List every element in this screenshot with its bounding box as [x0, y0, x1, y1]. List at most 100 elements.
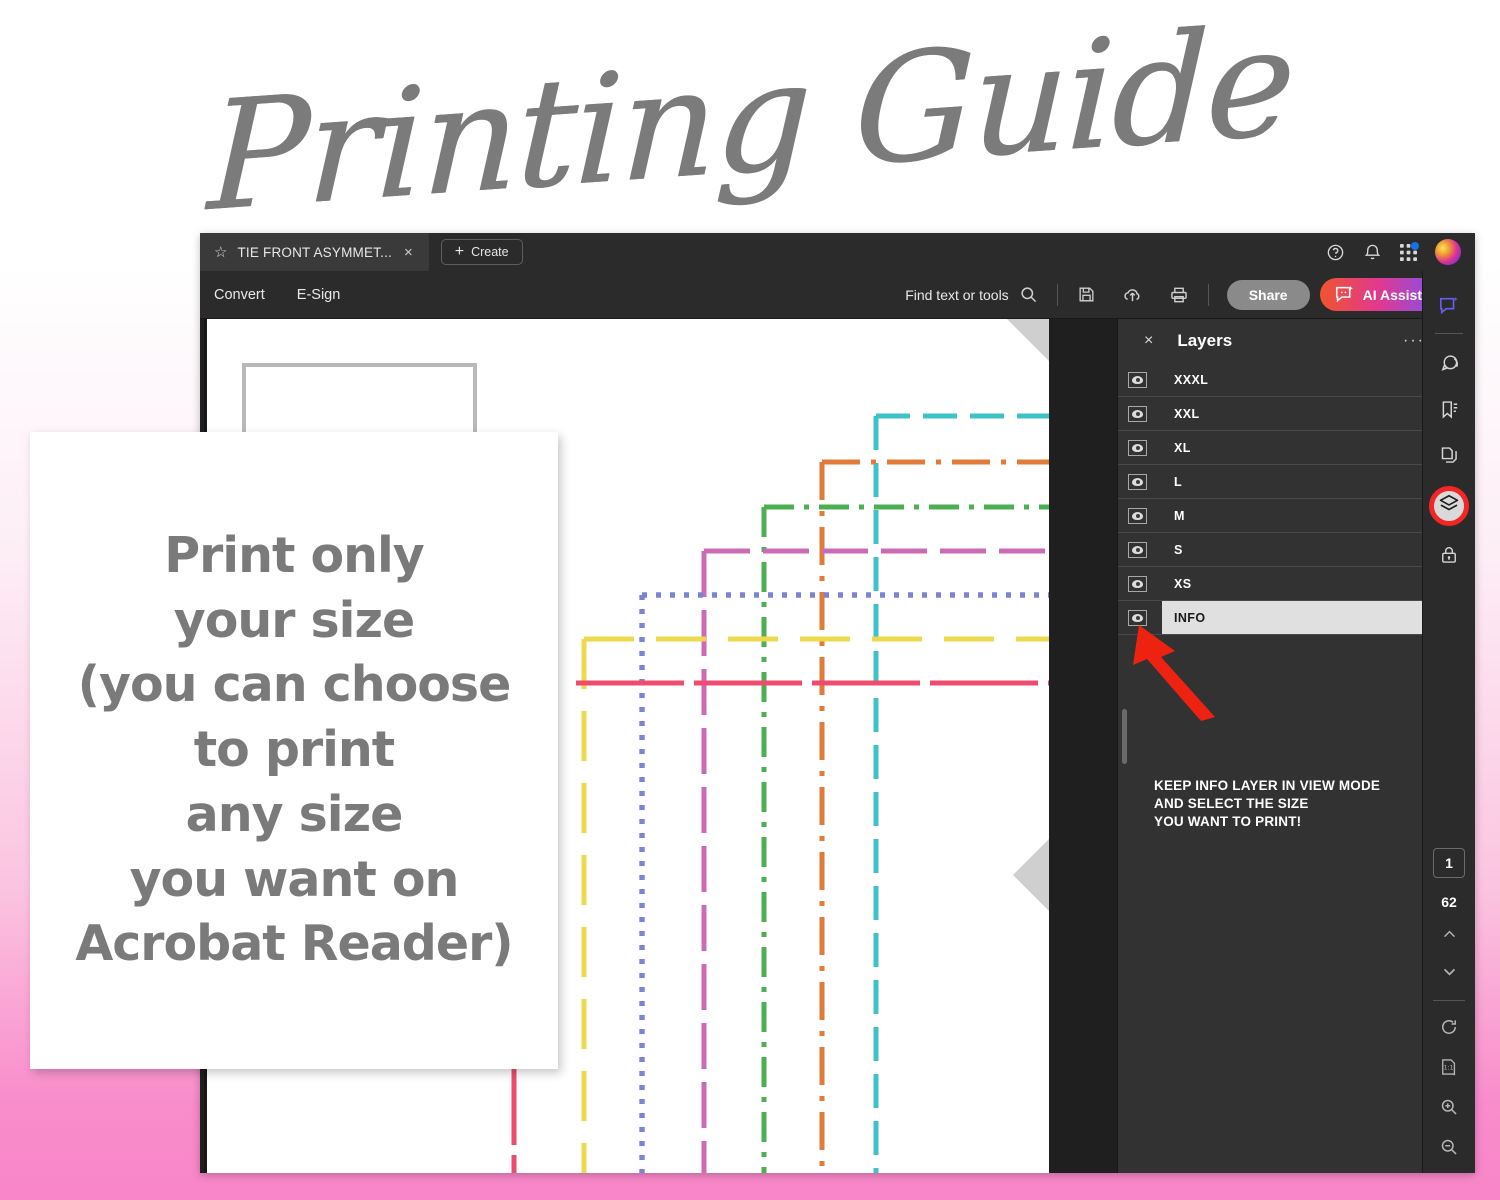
eye-icon	[1132, 545, 1143, 554]
page-navigation: 1 62 1:1	[1433, 848, 1465, 1173]
page-title: Printing Guide	[204, 0, 1296, 246]
divider	[1056, 283, 1058, 306]
layer-label: XS	[1174, 576, 1192, 591]
create-button[interactable]: + Create	[440, 239, 523, 265]
visibility-toggle-icon[interactable]	[1128, 609, 1147, 626]
save-icon[interactable]	[1064, 285, 1109, 304]
visibility-toggle-icon[interactable]	[1128, 405, 1147, 422]
visibility-toggle-icon[interactable]	[1128, 575, 1147, 592]
toolbar: Convert E-Sign Find text or tools Share …	[200, 271, 1475, 319]
app-grid-icon[interactable]	[1400, 241, 1419, 261]
eye-icon	[1132, 613, 1143, 622]
layer-row-body: XS	[1162, 567, 1439, 600]
fit-one-to-one-icon[interactable]: 1:1	[1439, 1057, 1459, 1081]
tab-bar: ☆ TIE FRONT ASYMMET... × + Create	[200, 233, 1475, 271]
layer-row-xxl[interactable]: XXL	[1118, 397, 1439, 431]
layer-label: XXXL	[1174, 372, 1209, 387]
layer-row-body: L	[1162, 465, 1439, 498]
chevron-down-icon[interactable]	[1441, 963, 1458, 984]
layers-icon-button[interactable]	[1429, 486, 1469, 526]
document-tab[interactable]: ☆ TIE FRONT ASYMMET... ×	[200, 233, 429, 271]
bell-icon[interactable]	[1363, 243, 1382, 262]
help-icon[interactable]	[1326, 243, 1345, 262]
visibility-toggle-icon[interactable]	[1128, 371, 1147, 388]
print-instruction-callout: Print only your size (you can choose to …	[30, 432, 558, 1069]
layers-panel: × Layers ··· XXXL XXL XL L M S XS INFO KEEP INF…	[1117, 319, 1439, 1173]
annotation-overlay: KEEP INFO LAYER IN VIEW MODE AND SELECT …	[1118, 615, 1440, 915]
print-icon[interactable]	[1156, 285, 1202, 305]
eye-icon	[1132, 375, 1143, 384]
print-instruction-text: Print only your size (you can choose to …	[75, 527, 513, 973]
layer-row-body: XXL	[1162, 397, 1439, 430]
find-label: Find text or tools	[905, 286, 1009, 303]
total-pages: 62	[1441, 894, 1457, 910]
page-title-banner: Printing Guide	[0, 0, 1500, 246]
layer-row-body: XXXL	[1162, 363, 1439, 396]
visibility-toggle-icon[interactable]	[1128, 507, 1147, 524]
layer-label: L	[1174, 474, 1183, 489]
avatar[interactable]	[1435, 239, 1461, 265]
layers-panel-header: × Layers ···	[1118, 319, 1439, 363]
menu-convert[interactable]: Convert	[214, 287, 265, 303]
copy-pages-icon[interactable]	[1432, 438, 1466, 472]
zoom-in-icon[interactable]	[1439, 1097, 1459, 1121]
layer-row-body: INFO	[1162, 601, 1439, 634]
svg-text:1:1: 1:1	[1444, 1065, 1454, 1072]
comment-icon[interactable]	[1432, 346, 1466, 380]
layer-row-body: XL	[1162, 431, 1439, 464]
layer-row-s[interactable]: S	[1118, 533, 1439, 567]
divider	[1433, 1000, 1465, 1001]
chevron-up-icon[interactable]	[1441, 926, 1458, 947]
share-button[interactable]: Share	[1226, 279, 1310, 310]
menu-esign[interactable]: E-Sign	[297, 287, 341, 303]
right-rail: 1 62 1:1	[1422, 271, 1475, 1173]
layer-label: XL	[1174, 440, 1191, 455]
layers-icon	[1438, 493, 1460, 520]
zoom-out-icon[interactable]	[1439, 1137, 1459, 1161]
layer-label: S	[1174, 542, 1183, 557]
eye-icon	[1132, 409, 1143, 418]
star-icon[interactable]: ☆	[214, 245, 227, 260]
layer-row-body: M	[1162, 499, 1439, 532]
panel-scrollbar[interactable]	[1122, 709, 1127, 764]
layer-list: XXXL XXL XL L M S XS INFO	[1118, 363, 1439, 635]
layer-row-m[interactable]: M	[1118, 499, 1439, 533]
eye-icon	[1132, 477, 1143, 486]
layer-row-xl[interactable]: XL	[1118, 431, 1439, 465]
layer-row-l[interactable]: L	[1118, 465, 1439, 499]
page-edge-arrow-icon	[1013, 839, 1049, 911]
annotation-text: KEEP INFO LAYER IN VIEW MODE AND SELECT …	[1154, 778, 1381, 829]
close-icon[interactable]: ×	[1144, 332, 1153, 350]
visibility-toggle-icon[interactable]	[1128, 541, 1147, 558]
divider	[1207, 283, 1209, 306]
visibility-toggle-icon[interactable]	[1128, 439, 1147, 456]
layers-panel-title: Layers	[1177, 331, 1233, 350]
cloud-upload-icon[interactable]	[1109, 284, 1156, 305]
document-tab-title: TIE FRONT ASYMMET...	[237, 244, 392, 260]
search-icon[interactable]	[1019, 285, 1051, 304]
layer-label: INFO	[1174, 610, 1206, 625]
layer-row-body: S	[1162, 533, 1439, 566]
current-page-input[interactable]: 1	[1433, 848, 1465, 878]
visibility-toggle-icon[interactable]	[1128, 473, 1147, 490]
eye-icon	[1132, 511, 1143, 520]
divider	[1435, 333, 1463, 334]
ai-assistant-icon[interactable]	[1432, 289, 1466, 323]
layer-row-info[interactable]: INFO	[1118, 601, 1439, 635]
ai-sparkle-icon	[1334, 285, 1355, 304]
layer-row-xs[interactable]: XS	[1118, 567, 1439, 601]
tab-bar-actions	[1326, 233, 1475, 271]
notification-dot	[1411, 241, 1419, 250]
lock-icon[interactable]	[1432, 538, 1466, 572]
page-corner-fold-icon	[1007, 319, 1049, 361]
create-button-label: Create	[471, 245, 509, 259]
rotate-icon[interactable]	[1439, 1017, 1459, 1041]
layer-label: M	[1174, 508, 1185, 523]
eye-icon	[1132, 579, 1143, 588]
eye-icon	[1132, 443, 1143, 452]
layer-label: XXL	[1174, 406, 1200, 421]
close-icon[interactable]: ×	[402, 244, 415, 261]
toolbar-actions: Find text or tools Share AI Assistant	[905, 278, 1461, 311]
layer-row-xxxl[interactable]: XXXL	[1118, 363, 1439, 397]
bookmark-icon[interactable]	[1432, 392, 1466, 426]
